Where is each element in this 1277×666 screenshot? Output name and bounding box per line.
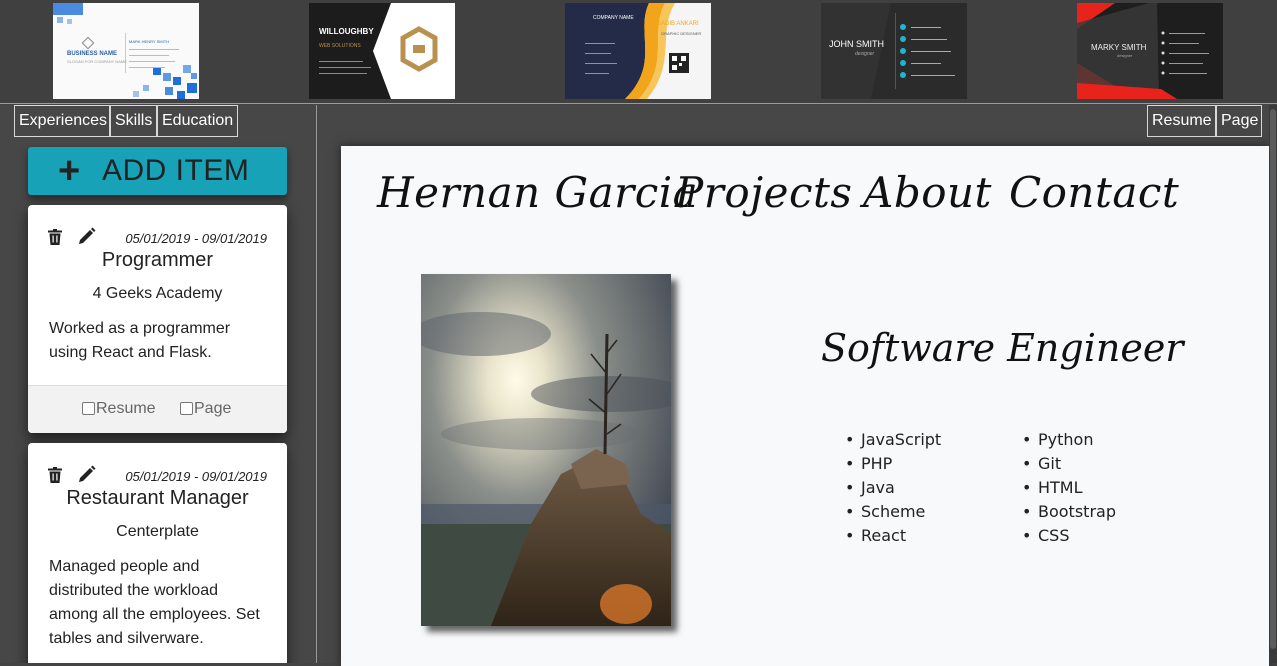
skills-list-2: Python Git HTML Bootstrap CSS — [1038, 428, 1116, 548]
skill-item: CSS — [1038, 524, 1116, 548]
tab-experiences[interactable]: Experiences — [14, 105, 110, 137]
template-4-line — [911, 75, 955, 76]
template-4-name: JOHN SMITH — [829, 39, 884, 49]
template-4-line — [911, 27, 941, 28]
template-card-2[interactable]: WILLOUGHBY WEB SOLUTIONS — [309, 3, 455, 99]
pencil-icon[interactable] — [78, 227, 96, 245]
add-item-label: ADD ITEM — [102, 154, 250, 187]
template-4-tagline: designer — [855, 51, 875, 57]
scrollbar-thumb[interactable] — [1270, 109, 1276, 649]
skill-item: React — [861, 524, 941, 548]
template-5-line — [1169, 33, 1205, 34]
template-3-line — [585, 53, 611, 54]
skill-item: JavaScript — [861, 428, 941, 452]
template-5-line — [1169, 63, 1203, 64]
card-footer: Resume Page — [28, 385, 287, 433]
template-1-line — [129, 55, 169, 56]
experience-card: 05/01/2019 - 09/01/2019 Programmer 4 Gee… — [28, 205, 287, 433]
trash-icon[interactable] — [48, 467, 62, 483]
experience-dates: 05/01/2019 - 09/01/2019 — [125, 469, 267, 484]
profile-photo — [421, 274, 671, 626]
template-5-tagline: designer — [1117, 53, 1133, 58]
template-4-line — [911, 39, 947, 40]
nav-contact[interactable]: Contact — [1009, 168, 1179, 217]
template-3-name: COMPANY NAME — [593, 15, 634, 21]
page-checkbox-label: Page — [194, 400, 232, 417]
template-3-person: SADIB ANKARI — [657, 21, 699, 27]
left-panel: Experiences Skills Education + ADD ITEM … — [0, 105, 317, 663]
experience-title: Restaurant Manager — [66, 487, 249, 509]
template-5-line — [1169, 53, 1209, 54]
template-2-line — [319, 61, 363, 62]
pencil-icon[interactable] — [78, 465, 96, 483]
role-title: Software Engineer — [821, 326, 1184, 370]
skill-item: PHP — [861, 452, 941, 476]
template-3-line — [585, 73, 609, 74]
template-5-line — [1169, 43, 1199, 44]
template-2-line — [319, 67, 371, 68]
skill-item: Scheme — [861, 500, 941, 524]
tab-resume[interactable]: Resume — [1147, 105, 1216, 137]
template-1-line — [129, 49, 179, 50]
skill-item: Python — [1038, 428, 1116, 452]
template-1-tagline: SLOGAN FOR COMPANY NAME — [67, 59, 127, 64]
template-1-line — [129, 61, 175, 62]
template-3-tagline: GRAPHIC DESIGNER — [661, 31, 702, 36]
template-2-artwork — [309, 3, 455, 99]
landscape-image — [421, 274, 671, 626]
plus-icon: + — [58, 150, 81, 192]
template-2-line — [319, 73, 367, 74]
template-4-line — [911, 63, 941, 64]
experience-company: Centerplate — [116, 523, 199, 540]
template-1-name: BUSINESS NAME — [67, 51, 118, 57]
template-5-name: MARKY SMITH — [1091, 43, 1147, 52]
tab-education[interactable]: Education — [157, 105, 238, 137]
scrollbar[interactable] — [1269, 105, 1277, 663]
page-checkbox-box[interactable] — [180, 402, 193, 415]
trash-icon[interactable] — [48, 229, 62, 245]
skill-item: HTML — [1038, 476, 1116, 500]
template-5-line — [1169, 73, 1207, 74]
experience-description: Managed people and distributed the workl… — [49, 558, 260, 647]
skill-item: Git — [1038, 452, 1116, 476]
template-4-line — [911, 51, 951, 52]
tab-page[interactable]: Page — [1216, 105, 1262, 137]
template-3-artwork — [565, 3, 711, 99]
nav-name[interactable]: Hernan Garcia — [377, 168, 698, 217]
skill-item: Bootstrap — [1038, 500, 1116, 524]
add-item-button[interactable]: + ADD ITEM — [28, 147, 287, 195]
page-canvas: Hernan Garcia Projects About Contact Sof… — [341, 146, 1269, 666]
experience-company: 4 Geeks Academy — [92, 285, 223, 302]
nav-about[interactable]: About — [863, 168, 992, 217]
template-3-line — [585, 43, 615, 44]
template-1-line — [129, 67, 165, 68]
resume-checkbox-box[interactable] — [82, 402, 95, 415]
template-card-3[interactable]: COMPANY NAME SADIB ANKARI GRAPHIC DESIGN… — [565, 3, 711, 99]
template-1-person: MARK HENRY SMITH — [129, 39, 170, 44]
tab-skills[interactable]: Skills — [110, 105, 157, 137]
resume-checkbox-label: Resume — [96, 400, 156, 417]
right-panel: Resume Page Hernan Garcia Projects About… — [318, 105, 1277, 666]
template-3-line — [585, 63, 617, 64]
resume-checkbox[interactable]: Resume — [82, 400, 156, 418]
skills-list-1: JavaScript PHP Java Scheme React — [861, 428, 941, 548]
template-2-name: WILLOUGHBY — [319, 27, 374, 36]
template-card-1[interactable]: BUSINESS NAME SLOGAN FOR COMPANY NAME MA… — [53, 3, 199, 99]
skill-item: Java — [861, 476, 941, 500]
nav-projects[interactable]: Projects — [675, 168, 852, 217]
experience-title: Programmer — [101, 249, 214, 271]
experience-dates: 05/01/2019 - 09/01/2019 — [125, 231, 267, 246]
template-2-tagline: WEB SOLUTIONS — [319, 43, 361, 49]
experience-description: Worked as a programmer using React and F… — [49, 320, 231, 361]
template-card-4[interactable]: JOHN SMITH designer — [821, 3, 967, 99]
template-strip: BUSINESS NAME SLOGAN FOR COMPANY NAME MA… — [0, 0, 1277, 104]
template-card-5[interactable]: MARKY SMITH designer — [1077, 3, 1223, 99]
experience-card: 05/01/2019 - 09/01/2019 Restaurant Manag… — [28, 443, 287, 663]
page-checkbox[interactable]: Page — [180, 400, 231, 418]
